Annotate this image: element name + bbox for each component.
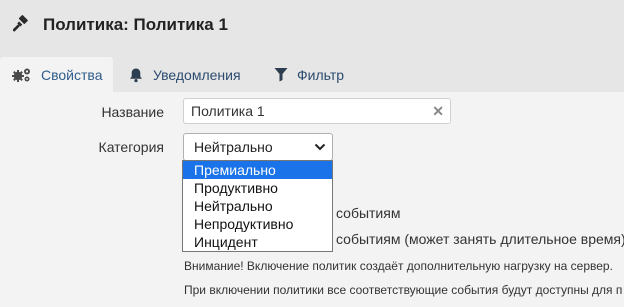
category-select-value: Нейтрально [194, 139, 273, 155]
bell-icon [130, 68, 142, 82]
name-input[interactable]: Политика 1 ✕ [183, 98, 451, 124]
category-option[interactable]: Нейтрально [183, 197, 332, 215]
category-option[interactable]: Непродуктивно [183, 215, 332, 233]
option-line-2-text: событиям (может занять длительное время) [336, 231, 624, 247]
name-label: Название [101, 104, 164, 120]
tab-properties-label: Свойства [41, 66, 103, 83]
tab-filter-label: Фильтр [297, 66, 345, 83]
category-option[interactable]: Премиально [183, 161, 332, 179]
chevron-down-icon [314, 143, 326, 151]
gavel-icon [13, 15, 28, 32]
filter-icon [274, 68, 288, 82]
tab-properties[interactable]: Свойства [0, 57, 113, 92]
category-label: Категория [98, 139, 164, 155]
option-line-1-text: событиям [336, 205, 401, 221]
info-note: При включении политики все соответствующ… [184, 283, 623, 297]
warning-note: Внимание! Включение политик создаёт допо… [184, 259, 613, 273]
category-select[interactable]: Нейтрально [183, 133, 333, 161]
category-option[interactable]: Продуктивно [183, 179, 332, 197]
page-header: Политика: Политика 1 [0, 0, 624, 52]
page-title: Политика: Политика 1 [43, 15, 228, 34]
category-option[interactable]: Инцидент [183, 233, 332, 251]
tab-filter[interactable]: Фильтр [262, 57, 356, 92]
name-input-value: Политика 1 [191, 103, 265, 119]
close-icon[interactable]: ✕ [432, 103, 444, 120]
tab-notifications[interactable]: Уведомления [116, 57, 253, 92]
tab-notifications-label: Уведомления [153, 66, 241, 83]
category-dropdown-list: Премиально Продуктивно Нейтрально Непрод… [182, 160, 333, 252]
gears-icon [12, 68, 30, 82]
tab-bar: Свойства Уведомления Фильтр [0, 52, 624, 92]
